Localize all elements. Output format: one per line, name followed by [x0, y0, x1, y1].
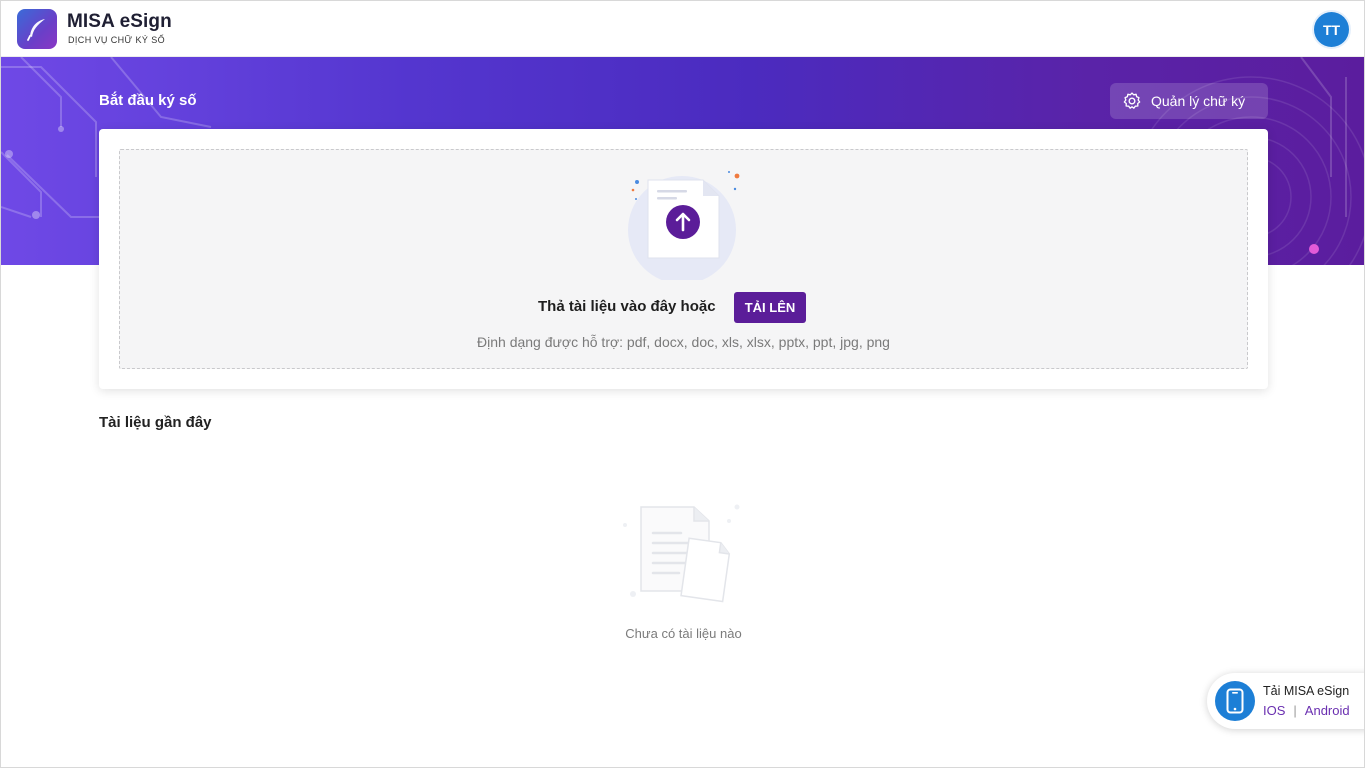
top-header: MISA eSign DỊCH VỤ CHỮ KÝ SỐ TT [1, 1, 1364, 57]
user-avatar[interactable]: TT [1314, 12, 1349, 47]
gear-icon [1123, 92, 1141, 109]
upload-button[interactable]: TẢI LÊN [734, 292, 806, 323]
recent-documents-title: Tài liệu gần đây [99, 414, 212, 431]
app-download-title: Tải MISA eSign [1263, 684, 1350, 698]
manage-signature-label: Quản lý chữ ký [1151, 93, 1246, 109]
phone-icon-circle [1215, 681, 1255, 721]
manage-signature-button[interactable]: Quản lý chữ ký [1110, 83, 1268, 119]
upload-document-illustration [628, 171, 740, 280]
ios-link[interactable]: IOS [1263, 703, 1285, 718]
link-separator: | [1293, 703, 1297, 718]
section-title: Bắt đầu ký số [99, 92, 197, 109]
app-download-widget: Tải MISA eSign IOS | Android [1207, 673, 1364, 729]
phone-icon [1226, 688, 1244, 714]
brand-subtitle: DỊCH VỤ CHỮ KÝ SỐ [68, 35, 165, 45]
brand-name: MISA eSign [67, 11, 172, 32]
empty-documents-illustration [623, 504, 740, 603]
android-link[interactable]: Android [1305, 703, 1350, 718]
misa-esign-logo[interactable] [17, 9, 57, 49]
empty-state-text: Chưa có tài liệu nào [625, 626, 742, 641]
quill-icon [27, 19, 45, 41]
file-dropzone[interactable]: Thả tài liệu vào đây hoặc TẢI LÊN Định d… [119, 149, 1248, 369]
app-window: MISA eSign DỊCH VỤ CHỮ KÝ SỐ TT Bắt đầu … [0, 0, 1365, 768]
drop-instruction: Thả tài liệu vào đây hoặc [538, 298, 716, 315]
upload-card: Thả tài liệu vào đây hoặc TẢI LÊN Định d… [99, 129, 1268, 389]
supported-formats: Định dạng được hỗ trợ: pdf, docx, doc, x… [477, 334, 890, 350]
app-store-links: IOS | Android [1263, 703, 1350, 718]
